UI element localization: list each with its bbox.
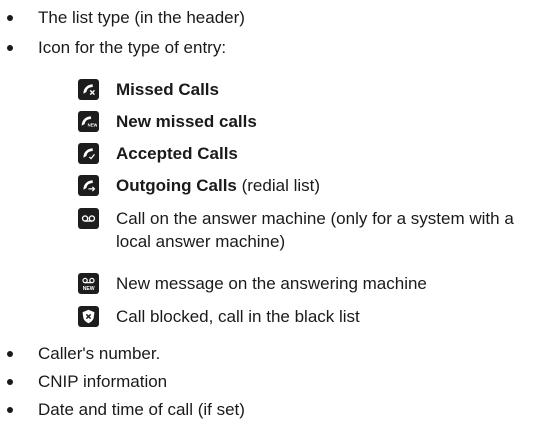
answer-machine-icon [78,208,99,229]
bullet-dot [7,407,13,413]
entry-label: Missed Calls [116,80,219,99]
blocked-call-icon [78,306,99,327]
svg-text:NEW: NEW [83,286,95,292]
bullet-text: CNIP information [38,372,168,391]
bullet-dot [7,351,13,357]
bullet-dot [7,379,13,385]
accepted-call-icon [78,143,99,164]
bullet-text: The list type (in the header) [38,8,245,27]
outgoing-call-icon [78,175,99,196]
entry-text: New message on the answering machine [116,274,427,293]
new-message-icon: NEW [78,273,99,294]
entry-line-1: Call on the answer machine (only for a s… [116,209,514,228]
bullet-dot [7,45,13,51]
entry-text: Call blocked, call in the black list [116,307,360,326]
entry-label: Accepted Calls [116,144,238,163]
new-missed-call-icon: NEW [78,111,99,132]
missed-call-icon [78,79,99,100]
bullet-text: Date and time of call (if set) [38,400,245,419]
bullet-text: Caller's number. [38,344,161,363]
entry-suffix: (redial list) [236,176,321,195]
svg-text:NEW: NEW [88,123,97,128]
bullet-text: Icon for the type of entry: [38,38,227,57]
entry-label: New missed calls [116,112,257,131]
bullet-dot [7,15,13,21]
entry-label: Outgoing Calls [116,176,237,195]
entry-line-2: local answer machine) [116,232,286,251]
